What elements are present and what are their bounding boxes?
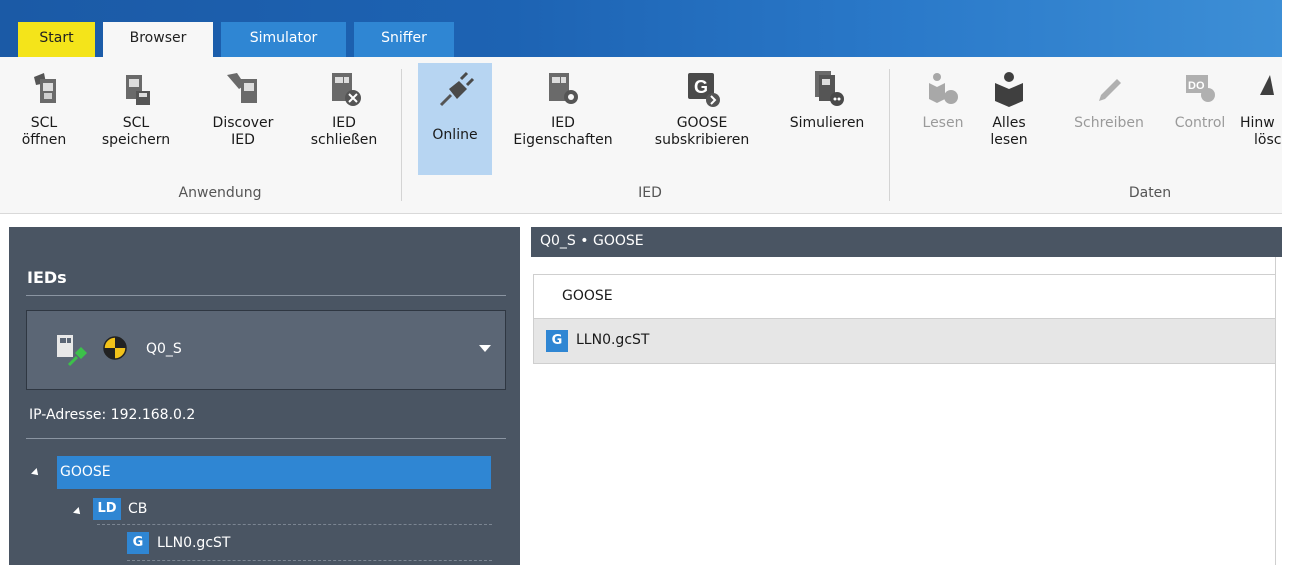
goose-subscribe-label-2: subskribieren [654, 132, 750, 148]
simulate-icon [815, 71, 844, 106]
tab-start[interactable]: Start [18, 22, 95, 57]
chevron-down-icon [479, 345, 491, 352]
read-icon [929, 73, 958, 104]
write-label: Schreiben [1074, 115, 1144, 131]
ied-selector[interactable]: Q0_S [26, 310, 506, 390]
selected-ied-name: Q0_S [146, 341, 182, 357]
discover-ied-button[interactable]: Discover IED [200, 69, 286, 149]
write-button[interactable]: Schreiben [1060, 69, 1158, 132]
scl-save-button[interactable]: SCL speichern [96, 69, 176, 149]
tree-node-label: CB [128, 501, 148, 517]
close-ied-label-1: IED [332, 115, 356, 131]
goose-badge-icon: G [546, 330, 568, 352]
simulate-button[interactable]: Simulieren [775, 69, 879, 132]
online-button[interactable]: Online [418, 63, 492, 175]
close-ied-icon [332, 73, 361, 106]
control-icon: DO [1186, 75, 1215, 102]
ip-address: IP-Adresse: 192.168.0.2 [29, 407, 195, 423]
tree-dotted-line [127, 560, 492, 561]
goose-subscribe-icon: G [688, 73, 720, 107]
scl-open-label-2: öffnen [21, 132, 67, 148]
open-scl-icon [34, 73, 56, 103]
read-all-button[interactable]: Alles lesen [982, 69, 1036, 149]
tab-simulator[interactable]: Simulator [221, 22, 346, 57]
table-row[interactable]: G LLN0.gcST [533, 319, 1276, 364]
plug-icon [439, 71, 475, 107]
ied-properties-icon [549, 73, 578, 104]
discover-ied-label-2: IED [231, 132, 255, 148]
ied-properties-label-2: Eigenschaften [513, 132, 613, 148]
control-label: Control [1174, 115, 1226, 131]
tree-dotted-line [97, 524, 492, 525]
expand-arrow-icon[interactable] [31, 468, 41, 478]
window-edge [1282, 0, 1292, 565]
close-ied-label-2: schließen [310, 132, 378, 148]
save-scl-icon [126, 75, 150, 105]
scl-save-label-2: speichern [101, 132, 171, 148]
goose-badge-icon: G [127, 532, 149, 554]
read-all-label-1: Alles [992, 115, 1026, 131]
tree-node-label: LLN0.gcST [157, 535, 231, 551]
panel-border [1275, 257, 1276, 565]
delete-hints-label-1: Hinw [1240, 115, 1275, 131]
breadcrumb-text: Q0_S • GOOSE [540, 233, 644, 249]
svg-text:DO: DO [1188, 80, 1205, 92]
column-header[interactable]: GOOSE [533, 274, 1276, 319]
tree-node-goose[interactable]: GOOSE [57, 456, 491, 489]
panel-title: IEDs [27, 268, 67, 287]
delete-hints-icon [1260, 75, 1274, 95]
svg-text:G: G [694, 77, 708, 97]
ip-label: IP-Adresse: [29, 407, 107, 423]
divider [26, 438, 506, 439]
row-label: LLN0.gcST [576, 332, 650, 348]
read-label: Lesen [922, 115, 964, 131]
simulate-label: Simulieren [789, 115, 865, 131]
online-label: Online [432, 127, 478, 143]
discover-ied-icon [227, 73, 257, 103]
tab-sniffer[interactable]: Sniffer [354, 22, 454, 57]
write-icon [1099, 79, 1121, 101]
discover-ied-label-1: Discover [212, 115, 274, 131]
delete-hints-label-2: lösc [1254, 132, 1282, 148]
ip-value: 192.168.0.2 [110, 407, 196, 423]
read-all-icon [995, 72, 1023, 107]
tree-node-label: GOOSE [60, 464, 111, 480]
group-label-anwendung: Anwendung [178, 185, 262, 201]
breadcrumb: Q0_S • GOOSE [531, 227, 1282, 257]
ied-properties-label-1: IED [551, 115, 575, 131]
ld-badge-icon: LD [93, 498, 121, 520]
read-all-label-2: lesen [990, 132, 1028, 148]
column-header-label: GOOSE [562, 288, 613, 304]
ieds-panel: IEDs Q0_S IP-Adresse: 192.168.0.2 GOOSE … [9, 227, 520, 565]
ribbon: SCL öffnen SCL speichern Discover IED IE… [0, 57, 1282, 214]
test-mode-icon [103, 336, 127, 360]
close-ied-button[interactable]: IED schließen [295, 69, 393, 149]
ribbon-separator [401, 69, 402, 201]
group-label-daten: Daten [1128, 185, 1172, 201]
control-button[interactable]: DO Control [1160, 69, 1240, 132]
ribbon-separator [889, 69, 890, 201]
ied-online-icon [57, 335, 87, 367]
tab-bar: Start Browser Simulator Sniffer [0, 0, 1282, 58]
group-label-ied: IED [638, 185, 662, 201]
delete-hints-button[interactable]: Hinw lösc [1240, 69, 1282, 149]
tab-browser[interactable]: Browser [103, 22, 213, 58]
scl-open-button[interactable]: SCL öffnen [20, 69, 68, 149]
goose-subscribe-button[interactable]: G GOOSE subskribieren [637, 69, 767, 149]
scl-open-label-1: SCL [30, 115, 58, 131]
ied-properties-button[interactable]: IED Eigenschaften [497, 69, 629, 149]
read-button[interactable]: Lesen [912, 69, 974, 132]
goose-subscribe-label-1: GOOSE [676, 115, 728, 131]
expand-arrow-icon[interactable] [73, 507, 83, 517]
scl-save-label-1: SCL [122, 115, 150, 131]
divider [26, 295, 506, 296]
